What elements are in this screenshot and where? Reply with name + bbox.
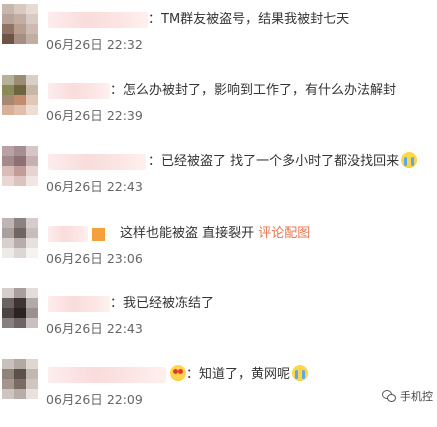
avatar[interactable] (2, 218, 38, 258)
comment-body: ：知道了，黄网呢 (186, 367, 291, 382)
watermark-label: 手机控 (400, 390, 433, 403)
comment-text: ：TM群友被盗号，结果我被封七天 (148, 10, 349, 30)
comment-image-link[interactable]: 评论配图 (258, 226, 310, 241)
comment-text: ：知道了，黄网呢 (168, 365, 309, 385)
comment-item: 这样也能被盗 直接裂开 评论配图 06月26日 23:06 (0, 218, 437, 286)
comment-timestamp: 06月26日 22:09 (46, 389, 147, 408)
comment-body: ：怎么办被封了，影响到工作了，有什么办法解封 (110, 83, 397, 98)
avatar[interactable] (2, 75, 38, 115)
comment-timestamp: 06月26日 22:43 (46, 176, 147, 195)
username-blurred[interactable] (48, 154, 146, 170)
comment-time: 22:43 (106, 321, 143, 336)
comment-body: 这样也能被盗 直接裂开 (120, 226, 255, 241)
avatar[interactable] (2, 146, 38, 186)
username-blurred[interactable] (48, 12, 148, 28)
avatar[interactable] (2, 288, 38, 328)
comment-body: ：已经被盗了 找了一个多小时了都没找回来 (148, 154, 400, 169)
comment-text: ：怎么办被封了，影响到工作了，有什么办法解封 (110, 81, 396, 101)
vip-badge-icon (92, 228, 105, 241)
comment-time: 22:43 (106, 179, 143, 194)
comment-time: 23:06 (106, 251, 143, 266)
wechat-icon (382, 390, 396, 402)
comment-item: ：TM群友被盗号，结果我被封七天 06月26日 22:32 (0, 4, 437, 72)
comment-item: ：知道了，黄网呢 06月26日 22:09 (0, 359, 437, 427)
heart-eyes-icon (170, 365, 186, 381)
comment-date: 06月26日 (46, 321, 103, 336)
comment-timestamp: 06月26日 22:39 (46, 105, 147, 124)
comment-date: 06月26日 (46, 392, 103, 407)
crying-face-icon (292, 365, 309, 381)
comment-time: 22:39 (106, 108, 143, 123)
comment-date: 06月26日 (46, 179, 103, 194)
comment-text: ：已经被盗了 找了一个多小时了都没找回来 (148, 152, 418, 172)
comment-body: ：TM群友被盗号，结果我被封七天 (148, 12, 350, 27)
comment-item: ：已经被盗了 找了一个多小时了都没找回来 06月26日 22:43 (0, 146, 437, 214)
username-blurred[interactable] (48, 83, 110, 99)
comment-date: 06月26日 (46, 108, 103, 123)
watermark: 手机控 (382, 388, 433, 404)
comment-text: 这样也能被盗 直接裂开 评论配图 (120, 224, 310, 244)
comment-item: ：怎么办被封了，影响到工作了，有什么办法解封 06月26日 22:39 (0, 75, 437, 143)
comment-timestamp: 06月26日 23:06 (46, 248, 147, 267)
username-blurred[interactable] (48, 226, 88, 242)
comment-time: 22:09 (106, 392, 143, 407)
comment-list: ：TM群友被盗号，结果我被封七天 06月26日 22:32 ：怎么办被封了，影响到… (0, 0, 437, 410)
comment-timestamp: 06月26日 22:32 (46, 34, 147, 53)
comment-date: 06月26日 (46, 251, 103, 266)
avatar[interactable] (2, 359, 38, 399)
comment-item: ：我已经被冻结了 06月26日 22:43 (0, 288, 437, 356)
username-blurred[interactable] (48, 296, 110, 312)
comment-body: ：我已经被冻结了 (110, 296, 215, 311)
username-blurred[interactable] (48, 367, 166, 383)
comment-timestamp: 06月26日 22:43 (46, 318, 147, 337)
avatar[interactable] (2, 4, 38, 44)
comment-date: 06月26日 (46, 37, 103, 52)
comment-text: ：我已经被冻结了 (110, 294, 214, 314)
comment-time: 22:32 (106, 37, 143, 52)
crying-face-icon (401, 152, 418, 168)
